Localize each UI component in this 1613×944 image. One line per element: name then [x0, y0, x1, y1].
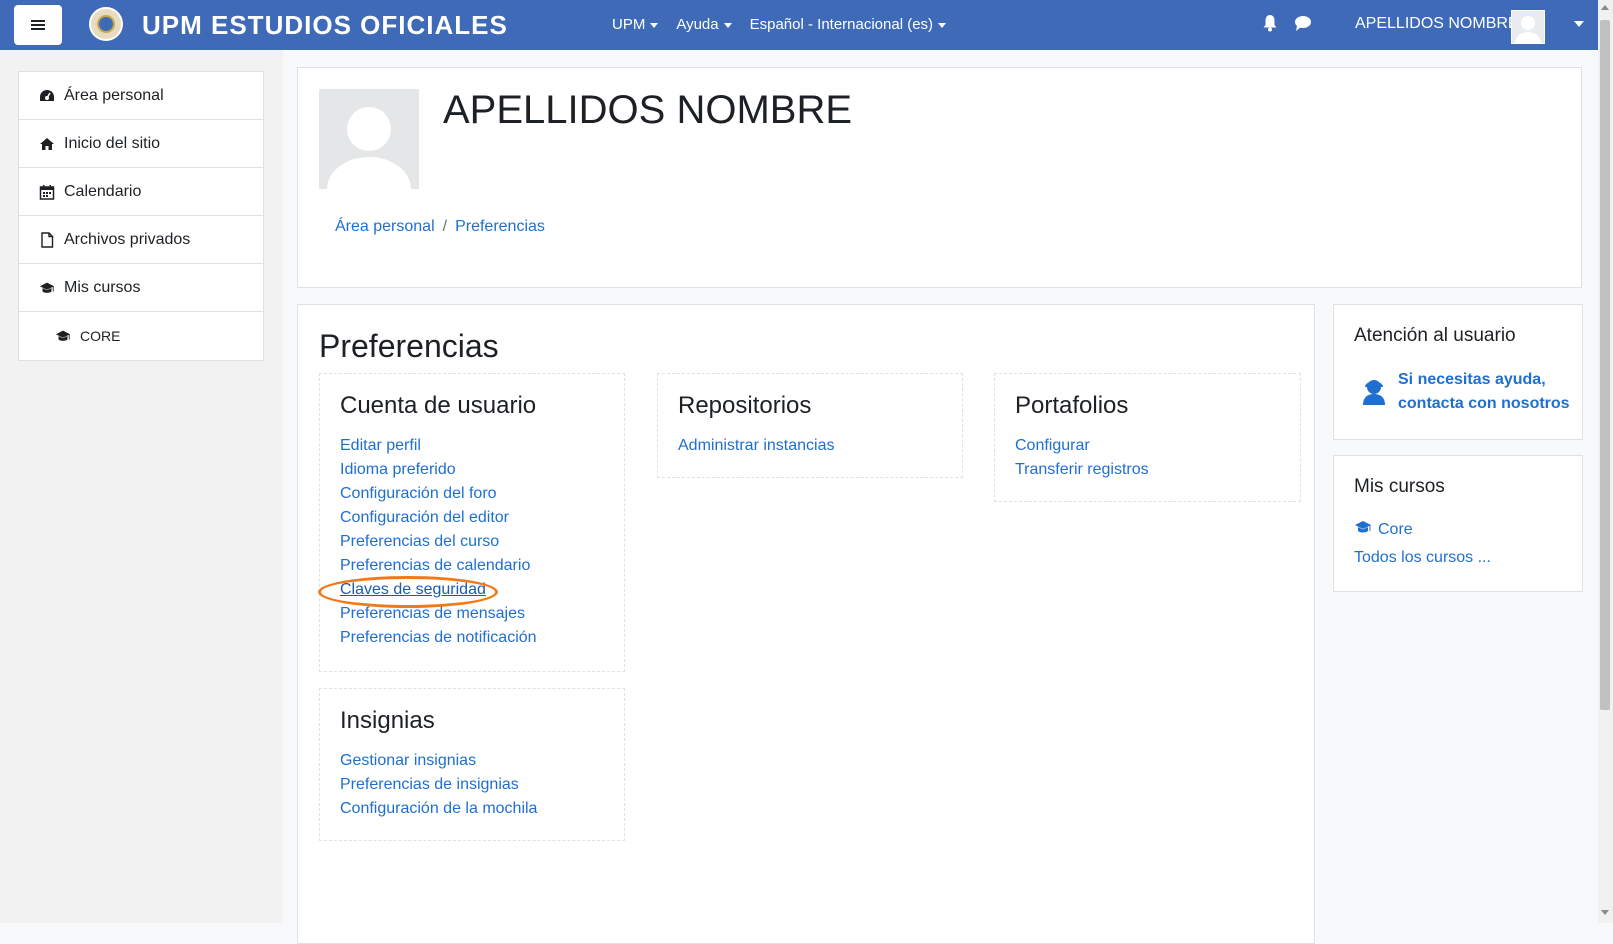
link-preferencias-notificacion[interactable]: Preferencias de notificación	[340, 626, 537, 650]
link-editar-perfil[interactable]: Editar perfil	[340, 434, 537, 458]
section-title: Portafolios	[1015, 392, 1129, 419]
section-title: Insignias	[340, 707, 435, 734]
link-configurar[interactable]: Configurar	[1015, 434, 1149, 458]
section-links: Administrar instancias	[678, 434, 835, 458]
sidebar-item-mis-cursos[interactable]: Mis cursos	[19, 264, 263, 312]
calendar-icon	[39, 184, 55, 200]
scroll-thumb[interactable]	[1600, 20, 1610, 710]
drawer-toggle-button[interactable]	[14, 5, 62, 45]
graduation-cap-icon	[55, 328, 71, 344]
user-menu-name[interactable]: APELLIDOS NOMBRE	[1355, 15, 1519, 33]
section-user-account: Cuenta de usuario Editar perfil Idioma p…	[318, 373, 625, 672]
sidebar-item-label: Archivos privados	[64, 230, 191, 248]
sidebar-item-core[interactable]: CORE	[19, 312, 263, 360]
link-preferencias-insignias[interactable]: Preferencias de insignias	[340, 773, 537, 797]
link-preferencias-calendario[interactable]: Preferencias de calendario	[340, 554, 537, 578]
chat-icon[interactable]	[1294, 14, 1312, 37]
bell-icon[interactable]	[1262, 14, 1278, 37]
breadcrumb-preferencias[interactable]: Preferencias	[455, 218, 545, 236]
sidebar-item-calendario[interactable]: Calendario	[19, 168, 263, 216]
course-link-core[interactable]: Core	[1354, 520, 1413, 539]
home-icon	[39, 136, 55, 152]
site-name[interactable]: UPM ESTUDIOS OFICIALES	[142, 10, 508, 41]
highlight-annotation	[318, 576, 498, 608]
link-configuracion-foro[interactable]: Configuración del foro	[340, 482, 537, 506]
file-icon	[39, 231, 55, 248]
menu-language[interactable]: Español - Internacional (es)	[750, 16, 947, 33]
block-my-courses: Mis cursos Core Todos los cursos ...	[1333, 455, 1583, 592]
page-title: APELLIDOS NOMBRE	[443, 88, 853, 132]
section-title: Repositorios	[678, 392, 812, 419]
sidebar-item-inicio[interactable]: Inicio del sitio	[19, 120, 263, 168]
section-links: Configurar Transferir registros	[1015, 434, 1149, 482]
link-preferencias-curso[interactable]: Preferencias del curso	[340, 530, 537, 554]
menu-upm[interactable]: UPM	[612, 16, 659, 33]
breadcrumb-separator: /	[442, 218, 448, 235]
block-title: Atención al usuario	[1354, 325, 1516, 346]
top-navbar: UPM ESTUDIOS OFICIALES UPM Ayuda Español…	[0, 0, 1598, 50]
page-header: APELLIDOS NOMBRE Área personal / Prefere…	[297, 67, 1582, 288]
sidebar-item-label: Inicio del sitio	[64, 134, 161, 152]
caret-down-icon	[650, 22, 659, 28]
sidebar-item-label: Calendario	[64, 182, 142, 200]
caret-down-icon[interactable]	[1574, 21, 1584, 27]
custom-menu: UPM Ayuda Español - Internacional (es)	[612, 16, 947, 33]
link-configuracion-mochila[interactable]: Configuración de la mochila	[340, 797, 537, 821]
contact-support-link[interactable]: Si necesitas ayuda, contacta con nosotro…	[1398, 368, 1570, 416]
user-avatar[interactable]	[1511, 10, 1545, 44]
graduation-cap-icon	[39, 280, 55, 296]
nav-icons	[1262, 14, 1312, 37]
section-repositories: Repositorios Administrar instancias	[657, 373, 963, 478]
main-content: Preferencias Cuenta de usuario Editar pe…	[297, 304, 1315, 944]
dashboard-icon	[39, 88, 55, 104]
page-scrollbar[interactable]	[1598, 0, 1613, 923]
breadcrumb-area-personal[interactable]: Área personal	[335, 218, 435, 236]
link-configuracion-editor[interactable]: Configuración del editor	[340, 506, 537, 530]
hamburger-icon	[31, 19, 45, 31]
sidebar-item-archivos[interactable]: Archivos privados	[19, 216, 263, 264]
university-logo[interactable]	[89, 7, 123, 41]
link-idioma-preferido[interactable]: Idioma preferido	[340, 458, 537, 482]
all-courses-link[interactable]: Todos los cursos ...	[1354, 549, 1491, 567]
graduation-cap-icon	[1354, 520, 1372, 539]
menu-ayuda[interactable]: Ayuda	[676, 16, 732, 33]
section-badges: Insignias Gestionar insignias Preferenci…	[319, 688, 625, 841]
breadcrumb: Área personal / Preferencias	[335, 218, 545, 236]
section-title: Cuenta de usuario	[340, 392, 537, 419]
link-transferir-registros[interactable]: Transferir registros	[1015, 458, 1149, 482]
nav-drawer-list: Área personal Inicio del sitio Calendari…	[18, 71, 264, 361]
sidebar-item-label: CORE	[80, 328, 121, 344]
caret-down-icon	[723, 22, 732, 28]
profile-picture	[319, 89, 419, 189]
sidebar-item-area-personal[interactable]: Área personal	[19, 72, 263, 120]
sidebar-item-label: Área personal	[64, 86, 164, 104]
section-portfolios: Portafolios Configurar Transferir regist…	[994, 373, 1301, 502]
section-links: Editar perfil Idioma preferido Configura…	[318, 434, 537, 650]
link-gestionar-insignias[interactable]: Gestionar insignias	[340, 749, 537, 773]
section-links: Gestionar insignias Preferencias de insi…	[340, 749, 537, 821]
link-administrar-instancias[interactable]: Administrar instancias	[678, 434, 835, 458]
block-title: Mis cursos	[1354, 476, 1445, 497]
user-support-icon	[1362, 378, 1386, 411]
sidebar-item-label: Mis cursos	[64, 278, 141, 296]
caret-down-icon	[938, 22, 947, 28]
scroll-up-icon[interactable]	[1601, 5, 1609, 10]
preferences-heading: Preferencias	[319, 328, 499, 364]
scroll-down-icon[interactable]	[1601, 910, 1609, 915]
block-user-support: Atención al usuario Si necesitas ayuda, …	[1333, 304, 1583, 440]
